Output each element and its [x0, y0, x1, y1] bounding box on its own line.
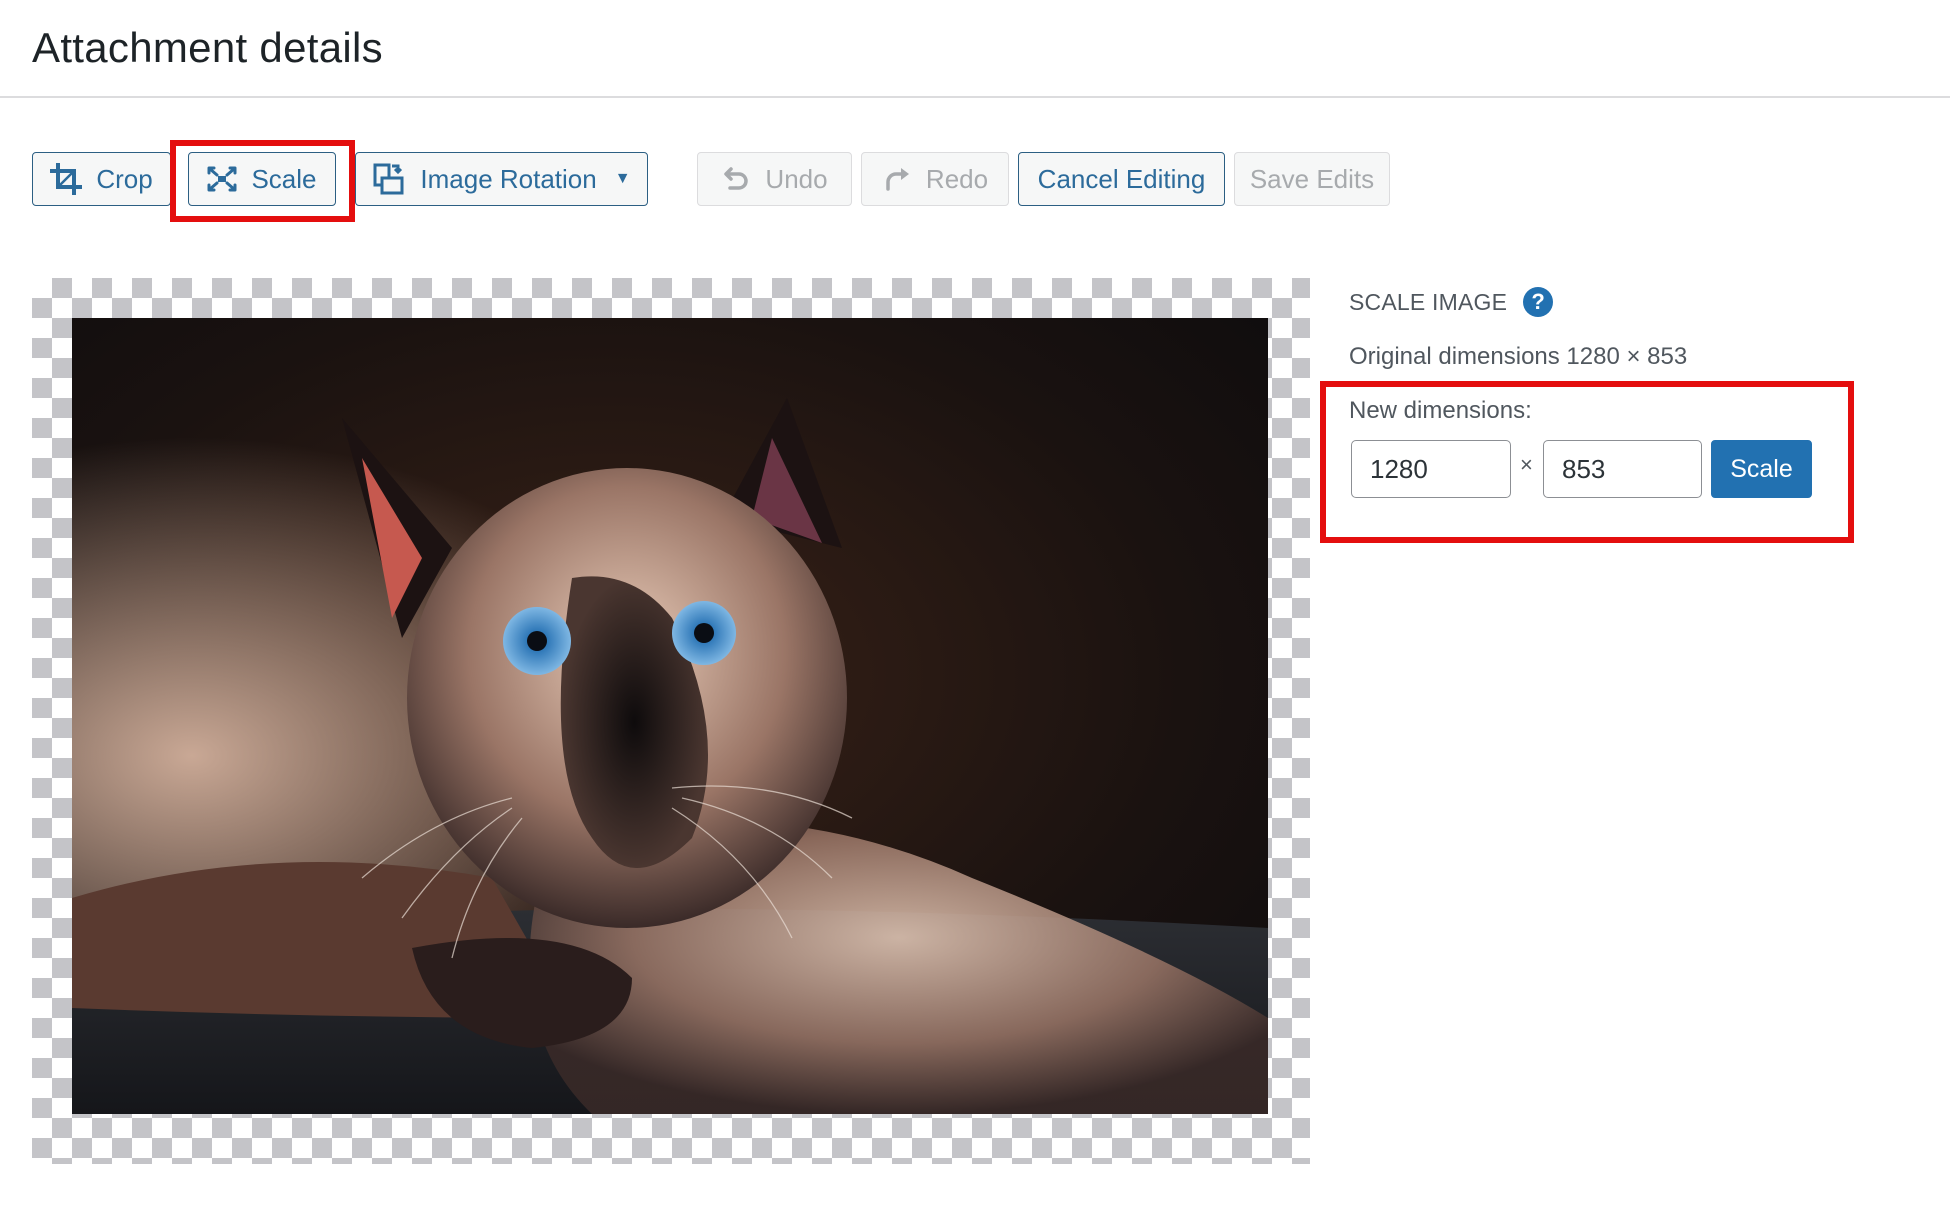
- cancel-editing-button[interactable]: Cancel Editing: [1018, 152, 1225, 206]
- scale-icon: [207, 166, 237, 192]
- scale-tool-label: Scale: [251, 163, 317, 194]
- scale-submit-button[interactable]: Scale: [1711, 440, 1812, 498]
- crop-icon: [50, 163, 83, 195]
- scale-image-heading: SCALE IMAGE ?: [1349, 287, 1554, 317]
- undo-label: Undo: [765, 163, 828, 194]
- original-dimensions: Original dimensions 1280 × 853: [1349, 343, 1688, 370]
- image-preview[interactable]: [72, 318, 1268, 1114]
- save-edits-button[interactable]: Save Edits: [1234, 152, 1390, 206]
- help-icon[interactable]: ?: [1523, 287, 1554, 317]
- image-rotation-label: Image Rotation: [420, 163, 597, 194]
- new-dimensions-label: New dimensions:: [1349, 397, 1532, 424]
- height-input[interactable]: [1543, 440, 1702, 498]
- save-edits-label: Save Edits: [1249, 163, 1375, 194]
- crop-button[interactable]: Crop: [32, 152, 171, 206]
- image-rotation-button[interactable]: Image Rotation ▼: [355, 152, 648, 206]
- dimension-separator: ×: [1520, 452, 1533, 477]
- undo-button[interactable]: Undo: [697, 152, 852, 206]
- cat-photo: [72, 318, 1268, 1114]
- scale-image-title: SCALE IMAGE: [1349, 288, 1508, 315]
- rotate-icon: [372, 162, 406, 196]
- page-title: Attachment details: [32, 24, 383, 71]
- caret-down-icon: ▼: [614, 170, 631, 187]
- redo-label: Redo: [925, 163, 989, 194]
- width-input[interactable]: [1351, 440, 1511, 498]
- crop-label: Crop: [96, 163, 153, 194]
- cancel-editing-label: Cancel Editing: [1037, 163, 1206, 194]
- header-divider: [0, 96, 1950, 98]
- scale-tool-button[interactable]: Scale: [188, 152, 336, 206]
- redo-icon: [882, 165, 912, 193]
- undo-icon: [721, 165, 751, 193]
- redo-button[interactable]: Redo: [861, 152, 1009, 206]
